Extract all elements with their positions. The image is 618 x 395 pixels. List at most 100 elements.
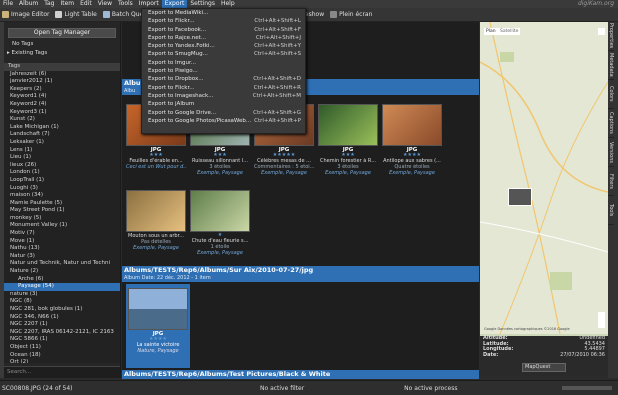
selected-thumb[interactable]: JPG ★★★★ La sainte victoire Nature, Pays… (126, 284, 190, 368)
export-menu-item[interactable]: Export to SmugMug... Ctrl+Alt+Shift+S (142, 50, 305, 58)
map-photo-marker[interactable] (508, 188, 532, 206)
export-menu-item[interactable]: Export to MediaWiki... (142, 9, 305, 17)
right-sidebar-tab[interactable]: Metadata (608, 51, 614, 80)
tag-item[interactable]: Nature (2) (4, 268, 120, 276)
tag-item[interactable]: Leksaker (1) (4, 139, 120, 147)
tag-item[interactable]: Move (1) (4, 238, 120, 246)
tag-item[interactable]: Kunst (2) (4, 116, 120, 124)
export-menu-item[interactable]: Export to Imgur... (142, 59, 305, 67)
export-menu-item[interactable]: Export to Imageshack... Ctrl+Alt+Shift+M (142, 92, 305, 100)
tags-header[interactable]: Tags (4, 63, 120, 71)
tag-item[interactable]: NGC 281, bok globules (1) (4, 306, 120, 314)
image-editor-button[interactable]: Image Editor (2, 11, 49, 18)
fullscreen-button[interactable]: Plein écran (330, 11, 372, 18)
no-tags-item[interactable]: No Tags (12, 41, 33, 47)
right-sidebar-tab[interactable]: Captions (608, 109, 614, 138)
open-tag-manager-button[interactable]: Open Tag Manager (8, 28, 116, 38)
menu-tag[interactable]: Tag (41, 0, 57, 8)
tag-item[interactable]: NGC 2207, IRAS 06142-2121, IC 2163 (4, 329, 120, 337)
album3-header[interactable]: Albums/TESTS/Rep6/Albums/Test Pictures/B… (122, 370, 479, 379)
tag-item[interactable]: Nathu (13) (4, 245, 120, 253)
map-zoom-controls[interactable] (598, 312, 605, 328)
tag-item[interactable]: maison (34) (4, 192, 120, 200)
tag-item[interactable]: Ort (2) (4, 359, 120, 363)
tag-item[interactable]: Keepers (2) (4, 86, 120, 94)
export-menu-item[interactable]: Export to Yandex.Fotki... Ctrl+Alt+Shift+… (142, 42, 305, 50)
menu-edit[interactable]: Edit (77, 0, 95, 8)
thumbnail[interactable]: JPG ★★★★ Antilope aux sabres (... Quatre ét… (382, 104, 442, 176)
tag-item[interactable]: Motiv (7) (4, 230, 120, 238)
status-zoom-slider[interactable] (562, 386, 612, 390)
tag-item[interactable]: Natur (3) (4, 253, 120, 261)
tag-item[interactable]: Luoghi (3) (4, 185, 120, 193)
export-menu-item[interactable]: Export to jAlbum (142, 100, 305, 108)
tag-item[interactable]: Monument Valley (1) (4, 222, 120, 230)
export-menu-item[interactable]: Export to Flickr... Ctrl+Alt+Shift+R (142, 84, 305, 92)
tag-item[interactable]: Keyword3 (1) (4, 109, 120, 117)
tag-item[interactable]: Lake Michigan (1) (4, 124, 120, 132)
tag-item[interactable]: lieux (26) (4, 162, 120, 170)
export-menu-item[interactable]: Export to Google Photos/PicasaWeb... Ctrl… (142, 117, 305, 125)
thumbnail[interactable]: Mouton sous un arbr... Pas dételles Exempl… (126, 190, 186, 251)
existing-tags-item[interactable]: ▸ Existing Tags (7, 50, 47, 56)
tag-item[interactable]: NGC 5866 (1) (4, 336, 120, 344)
tag-item[interactable]: janvier2012 (1) (4, 78, 120, 86)
export-menu-item-shortcut: Ctrl+Alt+Shift+S (253, 51, 301, 58)
tag-item[interactable]: Lens (1) (4, 147, 120, 155)
map-tab-plan[interactable]: Plan (484, 28, 498, 35)
menu-file[interactable]: File (0, 0, 16, 8)
map-tab-satellite[interactable]: Satellite (498, 28, 521, 35)
tag-item[interactable]: Paysage (54) (4, 283, 120, 291)
tag-item[interactable]: May Street Pond (1) (4, 207, 120, 215)
tags-search-input[interactable]: Search... (4, 366, 120, 378)
tag-item[interactable]: Natur und Technik, Natur und Techni (4, 260, 120, 268)
menu-export[interactable]: Export (161, 0, 188, 8)
export-menu-item[interactable]: Export to Rajce.net... Ctrl+Alt+Shift+J (142, 34, 305, 42)
tag-item[interactable]: Landschaft (7) (4, 131, 120, 139)
tag-item[interactable]: NGC 346, N66 (1) (4, 314, 120, 322)
album2-date: Album Date: 22 déc. 2012 - 1 item (122, 275, 479, 282)
menu-help[interactable]: Help (218, 0, 238, 8)
tag-item[interactable]: monkey (5) (4, 215, 120, 223)
tag-item[interactable]: Jahreszeit (6) (4, 71, 120, 79)
tag-item[interactable]: nature (3) (4, 291, 120, 299)
map-source-select[interactable]: MapQuest (522, 363, 566, 372)
tag-item[interactable]: NGC (8) (4, 298, 120, 306)
menu-settings[interactable]: Settings (187, 0, 218, 8)
album2-header[interactable]: Albums/TESTS/Rep6/Albums/Sur Aix/2010-07… (122, 266, 479, 275)
menu-view[interactable]: View (95, 0, 115, 8)
right-sidebar-tab[interactable]: Versions (608, 138, 614, 167)
tag-item[interactable]: Object (11) (4, 344, 120, 352)
map-view[interactable]: Plan Satellite Google Données cartograph… (480, 22, 608, 367)
tag-item[interactable]: Keyword1 (4) (4, 93, 120, 101)
right-sidebar-tab[interactable]: Tools (608, 196, 614, 225)
thumbnail[interactable]: JPG ★★★ Chemin forestier à R... 3 étoiles Ex… (318, 104, 378, 176)
menu-tools[interactable]: Tools (115, 0, 136, 8)
app-logo: digiKam.org (577, 0, 614, 7)
tag-item[interactable]: London (1) (4, 169, 120, 177)
tag-item[interactable]: Lieu (1) (4, 154, 120, 162)
export-menu-item[interactable]: Export to Google Drive... Ctrl+Alt+Shift+… (142, 109, 305, 117)
export-menu-item[interactable]: Export to Dropbox... Ctrl+Alt+Shift+D (142, 75, 305, 83)
export-menu-item[interactable]: Export to Piwigo... (142, 67, 305, 75)
tag-item[interactable]: Keyword2 (4) (4, 101, 120, 109)
right-sidebar-tab[interactable]: Filters (608, 167, 614, 196)
menu-album[interactable]: Album (16, 0, 41, 8)
tag-item[interactable]: Mamie Paulette (5) (4, 200, 120, 208)
export-menu-item[interactable]: Export to Flickr... Ctrl+Alt+Shift+L (142, 17, 305, 25)
right-sidebar-tab[interactable]: Properties (608, 22, 614, 51)
tag-item[interactable]: Ocean (18) (4, 352, 120, 360)
tag-item[interactable]: Arche (6) (4, 276, 120, 284)
menu-import[interactable]: Import (136, 0, 162, 8)
status-filter[interactable]: No active filter (260, 385, 304, 392)
export-menu-item[interactable]: Export to Facebook... Ctrl+Alt+Shift+F (142, 26, 305, 34)
menu-item[interactable]: Item (57, 0, 77, 8)
tag-item[interactable]: NGC 2207 (1) (4, 321, 120, 329)
light-table-button[interactable]: Light Table (55, 11, 97, 18)
export-menu-item-label: Export to MediaWiki... (148, 10, 209, 16)
thumb-image (128, 288, 188, 330)
thumbnail[interactable]: ★ Chute d'eau fleurie s... 1 étoile Exemple… (190, 190, 250, 256)
map-fullscreen-icon[interactable] (598, 28, 605, 35)
tag-item[interactable]: LoopTrail (1) (4, 177, 120, 185)
right-sidebar-tab[interactable]: Colors (608, 80, 614, 109)
